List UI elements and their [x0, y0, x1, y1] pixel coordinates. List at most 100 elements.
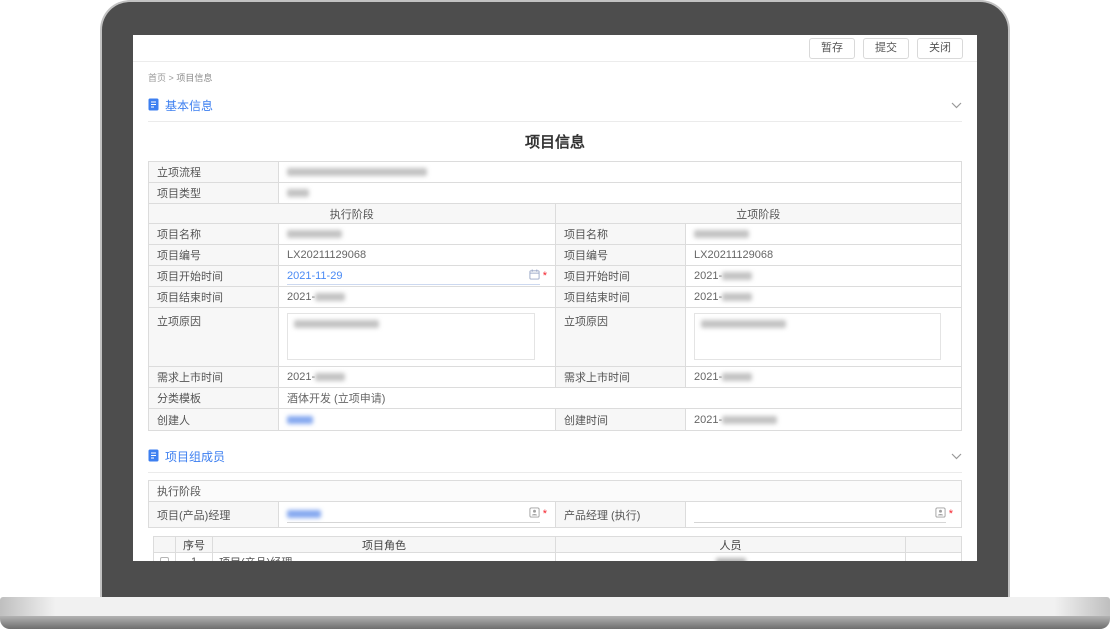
- reason-approval-textarea[interactable]: [694, 313, 941, 360]
- row-role: 项目(产品)经理: [213, 553, 556, 561]
- row-approval-flow: 立项流程: [149, 162, 961, 183]
- members-section-header[interactable]: 项目组成员: [148, 448, 962, 465]
- col-header-extra: [906, 537, 961, 553]
- chevron-down-icon[interactable]: [951, 453, 962, 460]
- project-name-approval-value: [686, 224, 961, 245]
- row-creator: 创建人 创建时间 2021-: [149, 409, 961, 430]
- field-label: 项目(产品)经理: [149, 502, 279, 527]
- created-time-value: 2021-: [686, 409, 961, 430]
- row-project-code: 项目编号 LX20211129068 项目编号 LX20211129068: [149, 245, 961, 266]
- start-date-value: 2021-11-29: [287, 270, 342, 282]
- reason-approval-cell: [686, 308, 961, 367]
- row-members-fields: 项目(产品)经理 * 产品经理 (执行): [149, 502, 961, 527]
- col-header-person: 人员: [556, 537, 906, 553]
- row-checkbox-cell: [154, 553, 176, 561]
- doc-icon: [148, 449, 159, 465]
- save-draft-button[interactable]: 暂存: [809, 38, 855, 59]
- start-date-picker[interactable]: 2021-11-29: [287, 268, 540, 285]
- reason-exec-cell: [279, 308, 556, 367]
- field-label: 项目编号: [149, 245, 279, 266]
- basic-info-section-header[interactable]: 基本信息: [148, 97, 962, 114]
- breadcrumb-home-link[interactable]: 首页: [148, 73, 166, 83]
- approval-flow-value: [279, 162, 961, 183]
- start-date-cell: 2021-11-29 *: [279, 266, 556, 287]
- end-date-approval-value: 2021-: [686, 287, 961, 308]
- breadcrumb-separator: >: [169, 73, 174, 83]
- field-label: 项目编号: [556, 245, 686, 266]
- row-launch-date: 需求上市时间 2021- 需求上市时间 2021-: [149, 367, 961, 388]
- field-label: 分类模板: [149, 388, 279, 409]
- section-title: 基本信息: [165, 97, 213, 114]
- submit-button[interactable]: 提交: [863, 38, 909, 59]
- pm-exec-field-cell: *: [686, 502, 961, 527]
- template-value: 酒体开发 (立项申请): [279, 388, 961, 409]
- members-list-table: 序号 项目角色 人员 1 项目(产品)经理 2 产品经理(执行): [153, 536, 962, 561]
- section-divider: [148, 472, 962, 473]
- project-type-value: [279, 183, 961, 204]
- close-button[interactable]: 关闭: [917, 38, 963, 59]
- row-project-name: 项目名称 项目名称: [149, 224, 961, 245]
- field-label: 立项流程: [149, 162, 279, 183]
- row-reason: 立项原因 立项原因: [149, 308, 961, 367]
- pm-picker-field[interactable]: [287, 506, 540, 523]
- field-label: 项目开始时间: [149, 266, 279, 287]
- pm-field-cell: *: [279, 502, 556, 527]
- page-title: 项目信息: [133, 131, 977, 152]
- field-label: 项目结束时间: [149, 287, 279, 308]
- launch-date-approval-value: 2021-: [686, 367, 961, 388]
- select-all-cell: [154, 537, 176, 553]
- breadcrumb: 首页 > 项目信息: [133, 62, 977, 84]
- col-header-no: 序号: [176, 537, 213, 553]
- project-code-approval-value: LX20211129068: [686, 245, 961, 266]
- field-label: 项目名称: [556, 224, 686, 245]
- field-label: 需求上市时间: [149, 367, 279, 388]
- field-label: 创建人: [149, 409, 279, 430]
- field-label: 项目类型: [149, 183, 279, 204]
- doc-icon: [148, 98, 159, 114]
- required-marker: *: [543, 271, 547, 282]
- reason-exec-textarea[interactable]: [287, 313, 535, 360]
- field-label: 立项原因: [149, 308, 279, 367]
- field-label: 项目开始时间: [556, 266, 686, 287]
- creator-value-link[interactable]: [279, 409, 556, 430]
- table-row: 1 项目(产品)经理: [154, 553, 961, 561]
- contact-picker-icon[interactable]: [935, 507, 946, 521]
- row-phase-headers: 执行阶段 立项阶段: [149, 204, 961, 224]
- project-code-exec-value: LX20211129068: [279, 245, 556, 266]
- toolbar: 暂存 提交 关闭: [133, 35, 977, 62]
- section-divider: [148, 121, 962, 122]
- app-window: 暂存 提交 关闭 首页 > 项目信息 基本信息 项目信息 立项流程: [133, 35, 977, 561]
- members-table-header: 序号 项目角色 人员: [154, 537, 961, 553]
- row-end-date: 项目结束时间 2021- 项目结束时间 2021-: [149, 287, 961, 308]
- project-name-exec-value: [279, 224, 556, 245]
- field-label: 创建时间: [556, 409, 686, 430]
- members-fields-table: 执行阶段 项目(产品)经理 * 产品经理 (执行): [148, 480, 962, 528]
- col-header-role: 项目角色: [213, 537, 556, 553]
- row-checkbox[interactable]: [160, 557, 169, 562]
- contact-picker-icon[interactable]: [529, 507, 540, 521]
- basic-info-table: 立项流程 项目类型 执行阶段 立项阶段 项目名称 项目名称 项目编号 LX202…: [148, 161, 962, 431]
- row-template: 分类模板 酒体开发 (立项申请): [149, 388, 961, 409]
- row-members-phase: 执行阶段: [149, 481, 961, 502]
- approval-phase-header: 立项阶段: [556, 204, 962, 224]
- launch-date-exec-value: 2021-: [279, 367, 556, 388]
- field-label: 项目名称: [149, 224, 279, 245]
- row-no: 1: [176, 553, 213, 561]
- row-project-type: 项目类型: [149, 183, 961, 204]
- end-date-exec-value: 2021-: [279, 287, 556, 308]
- field-label: 需求上市时间: [556, 367, 686, 388]
- section-title: 项目组成员: [165, 448, 225, 465]
- pm-exec-picker-field[interactable]: [694, 506, 946, 523]
- start-date-approval-value: 2021-: [686, 266, 961, 287]
- members-phase-header: 执行阶段: [149, 481, 961, 502]
- page: 暂存 提交 关闭 首页 > 项目信息 基本信息 项目信息 立项流程: [0, 0, 1110, 629]
- laptop-base: [0, 597, 1110, 616]
- field-label: 产品经理 (执行): [556, 502, 686, 527]
- calendar-icon[interactable]: [529, 269, 540, 283]
- field-label: 立项原因: [556, 308, 686, 367]
- chevron-down-icon[interactable]: [951, 102, 962, 109]
- row-person: [556, 553, 906, 561]
- laptop-base-edge: [0, 616, 1110, 629]
- exec-phase-header: 执行阶段: [149, 204, 556, 224]
- row-extra: [906, 553, 961, 561]
